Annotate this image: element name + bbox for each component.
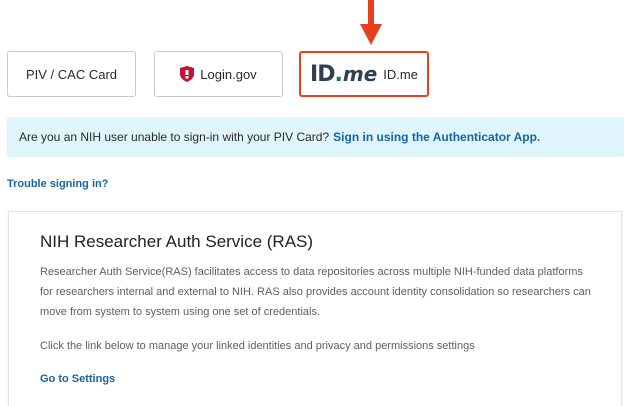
go-to-settings-link[interactable]: Go to Settings: [40, 373, 115, 385]
login-gov-label: Login.gov: [200, 66, 257, 82]
idme-button[interactable]: ID. me ID.me: [299, 51, 429, 97]
ras-title: NIH Researcher Auth Service (RAS): [40, 232, 314, 251]
ras-info-card: NIH Researcher Auth Service (RAS) Resear…: [8, 211, 622, 406]
authenticator-app-link[interactable]: Sign in using the Authenticator App.: [333, 130, 540, 144]
ras-manage-text: Click the link below to manage your link…: [40, 340, 475, 352]
idme-label: ID.me: [383, 66, 418, 82]
login-gov-button[interactable]: Login.gov: [154, 51, 283, 97]
piv-cac-card-button[interactable]: PIV / CAC Card: [7, 51, 136, 97]
piv-cac-card-label: PIV / CAC Card: [25, 66, 118, 82]
trouble-signing-in-link[interactable]: Trouble signing in?: [7, 178, 108, 190]
shield-icon: [180, 66, 195, 82]
arrow-down-icon: [360, 0, 382, 45]
ras-description: Researcher Auth Service(RAS) facilitates…: [40, 266, 591, 318]
idme-logo: ID. me: [310, 61, 378, 87]
piv-help-banner: Are you an NIH user unable to sign-in wi…: [7, 117, 624, 157]
banner-text: Are you an NIH user unable to sign-in wi…: [19, 130, 330, 144]
